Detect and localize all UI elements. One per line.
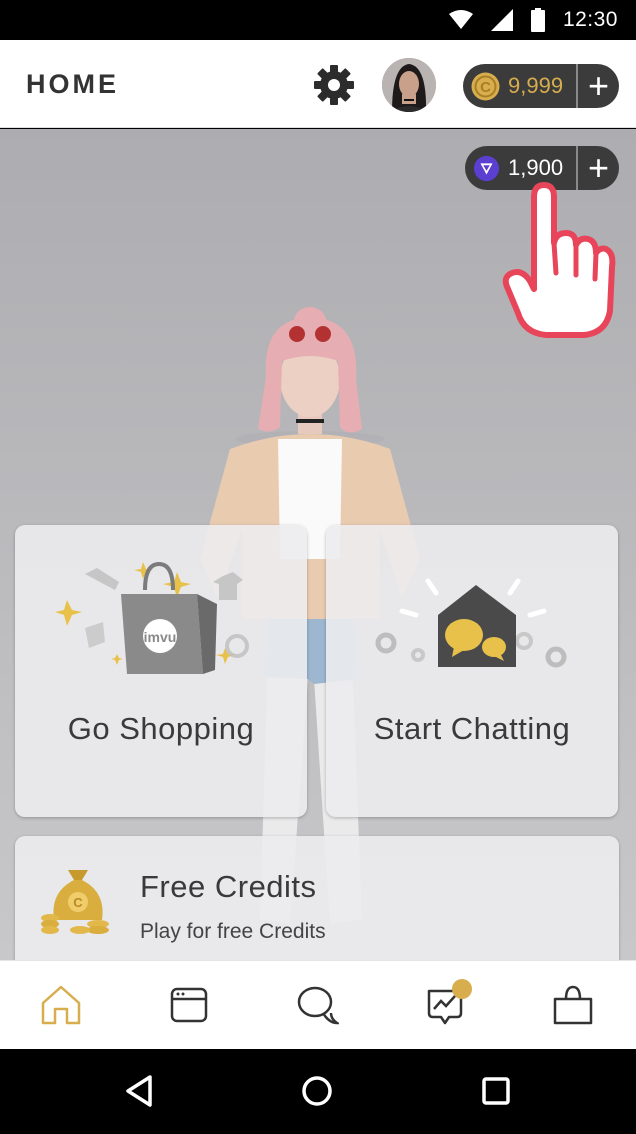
free-credits-title: Free Credits <box>140 869 317 904</box>
avatar-image <box>382 58 436 112</box>
svg-text:C: C <box>480 79 491 96</box>
vcoin-value: 1,900 <box>508 155 564 180</box>
back-icon[interactable] <box>120 1071 160 1111</box>
pointing-hand-icon <box>502 182 616 338</box>
system-navigation-bar <box>0 1049 636 1134</box>
signal-icon <box>490 9 513 31</box>
home-content: 1,900 + imvu Go Shopping Start Chatting … <box>0 129 636 960</box>
money-bag-icon: C <box>41 870 109 934</box>
go-shopping-card[interactable]: imvu Go Shopping <box>15 525 307 817</box>
shop-icon[interactable] <box>551 983 595 1027</box>
feed-icon[interactable] <box>167 983 211 1027</box>
credits-balance[interactable]: C 9,999 + <box>463 64 619 108</box>
vcoin-icon <box>473 155 500 181</box>
chat-icon[interactable] <box>295 983 339 1027</box>
free-credits-card[interactable]: C Free Credits Play for free Credits <box>15 836 619 960</box>
wifi-icon <box>448 10 473 29</box>
gear-icon[interactable] <box>313 64 355 106</box>
avatar[interactable] <box>382 58 436 112</box>
start-chatting-label: Start Chatting <box>373 711 571 746</box>
free-credits-subtitle: Play for free Credits <box>140 920 326 943</box>
go-shopping-label: Go Shopping <box>67 711 255 746</box>
add-credits-button[interactable]: + <box>576 64 619 108</box>
status-time: 12:30 <box>562 8 618 31</box>
status-icons: 12:30 <box>448 0 618 40</box>
credits-value: 9,999 <box>508 73 564 98</box>
home-icon[interactable] <box>39 983 83 1027</box>
activity-notification-dot <box>452 979 472 999</box>
battery-icon <box>530 8 545 32</box>
svg-text:C: C <box>73 895 83 910</box>
credits-coin-icon: C <box>471 72 500 100</box>
home-button-icon[interactable] <box>297 1071 337 1111</box>
start-chatting-card[interactable]: Start Chatting <box>326 525 618 817</box>
chat-house-icon <box>375 578 567 668</box>
bottom-nav <box>0 960 636 1049</box>
recents-icon[interactable] <box>476 1071 516 1111</box>
app-header: HOME C 9,999 + <box>0 40 636 128</box>
page-title: HOME <box>26 69 119 99</box>
status-bar: 12:30 <box>0 0 636 40</box>
shopping-bag-icon: imvu <box>55 561 249 674</box>
svg-text:imvu: imvu <box>144 629 177 645</box>
